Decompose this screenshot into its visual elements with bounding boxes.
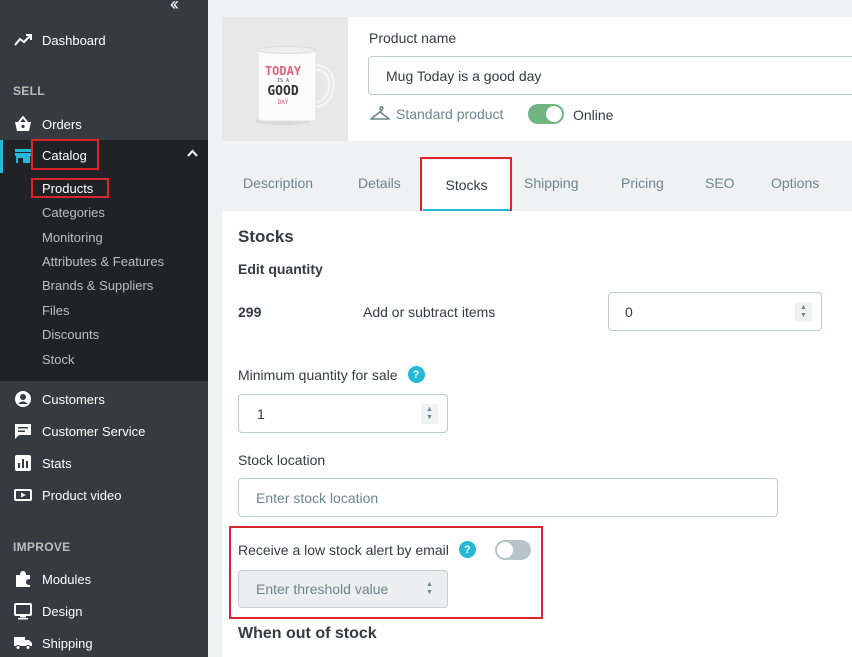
sidebar-item-dashboard[interactable]: Dashboard [0,25,208,55]
stock-location-placeholder: Enter stock location [256,489,379,506]
product-name-value: Mug Today is a good day [386,67,542,84]
tab-shipping[interactable]: Shipping [524,175,579,191]
monitor-icon [13,602,33,620]
add-subtract-label: Add or subtract items [363,304,496,320]
user-circle-icon [13,390,33,408]
highlight-catalog [31,139,99,170]
tab-description[interactable]: Description [243,175,313,191]
sidebar-item-modules[interactable]: Modules [0,564,208,594]
number-stepper[interactable]: ▲ ▼ [421,403,438,424]
stocks-title: Stocks [238,227,294,246]
stock-location-label: Stock location [238,452,326,468]
sidebar-item-product-video[interactable]: Product video [0,480,208,510]
stock-location-input[interactable]: Enter stock location [238,478,778,517]
chevron-up-icon[interactable] [187,148,198,160]
edit-quantity-title: Edit quantity [238,261,323,277]
trending-up-icon [13,31,33,49]
sidebar-subitem-attributes[interactable]: Attributes & Features [42,254,164,269]
out-of-stock-title: When out of stock [238,625,377,642]
sidebar-item-label: Orders [42,116,82,132]
min-qty-value: 1 [257,405,265,422]
basket-icon [13,115,33,133]
min-qty-input[interactable]: 1 ▲ ▼ [238,394,448,433]
add-subtract-value: 0 [625,303,633,320]
tab-options[interactable]: Options [771,175,819,191]
store-icon [14,148,32,169]
highlight-low-stock-alert [229,526,543,619]
product-image[interactable]: TODAY IS A GOOD DAY [222,17,348,141]
highlight-products [31,178,109,198]
sidebar-item-stats[interactable]: Stats [0,448,208,478]
sidebar-subitem-files[interactable]: Files [42,303,69,318]
sidebar-item-label: Customer Service [42,423,146,439]
sidebar-item-customers[interactable]: Customers [0,384,208,414]
tab-seo[interactable]: SEO [705,175,735,191]
sidebar-item-label: Design [42,603,83,619]
sidebar-item-label: Customers [42,391,105,407]
product-type[interactable]: Standard product [396,106,503,122]
puzzle-icon [13,570,33,588]
sidebar-item-design[interactable]: Design [0,596,208,626]
tab-details[interactable]: Details [358,175,401,191]
sidebar-item-label: Shipping [42,635,93,651]
active-indicator [0,140,3,173]
current-quantity: 299 [238,304,262,320]
sidebar-item-shipping[interactable]: Shipping [0,628,208,657]
tab-pricing[interactable]: Pricing [621,175,664,191]
bar-chart-icon [13,454,33,472]
sidebar-item-orders[interactable]: Orders [0,109,208,139]
online-toggle[interactable] [528,104,564,124]
number-stepper[interactable]: ▲ ▼ [795,301,812,322]
mug-print: TODAY IS A GOOD DAY [264,64,302,107]
help-icon[interactable]: ? [407,366,425,383]
add-subtract-input[interactable]: 0 ▲ ▼ [608,292,822,331]
sidebar-subitem-brands[interactable]: Brands & Suppliers [42,278,153,293]
sidebar-item-label: Modules [42,571,92,587]
online-label: Online [573,107,614,123]
sidebar-subitem-categories[interactable]: Categories [42,205,105,220]
catalog-submenu: Products Categories Monitoring Attribute… [0,173,208,381]
chat-icon [13,422,33,440]
collapse-menu-icon[interactable]: ‹‹ [170,0,179,15]
product-name-label: Product name [369,30,457,46]
product-name-input[interactable]: Mug Today is a good day [368,56,852,95]
product-header: Product name Mug Today is a good day Sta… [348,17,852,141]
sidebar-item-label: Stats [42,455,72,471]
hanger-icon [368,105,392,128]
sidebar: ‹‹ Dashboard SELL Orders Catalog Product… [0,0,208,657]
min-qty-row: Minimum quantity for sale ? [238,366,425,383]
sidebar-subitem-discounts[interactable]: Discounts [42,327,99,342]
video-icon [13,486,33,504]
section-title-sell: SELL [13,84,45,98]
sidebar-item-customer-service[interactable]: Customer Service [0,416,208,446]
section-title-improve: IMPROVE [13,540,71,554]
sidebar-item-label: Dashboard [42,32,106,48]
sidebar-item-label: Product video [42,487,122,503]
min-qty-label: Minimum quantity for sale [238,366,398,383]
sidebar-subitem-stock[interactable]: Stock [42,352,75,367]
sidebar-subitem-monitoring[interactable]: Monitoring [42,230,103,245]
highlight-stocks-tab [420,157,512,214]
truck-icon [13,634,33,652]
